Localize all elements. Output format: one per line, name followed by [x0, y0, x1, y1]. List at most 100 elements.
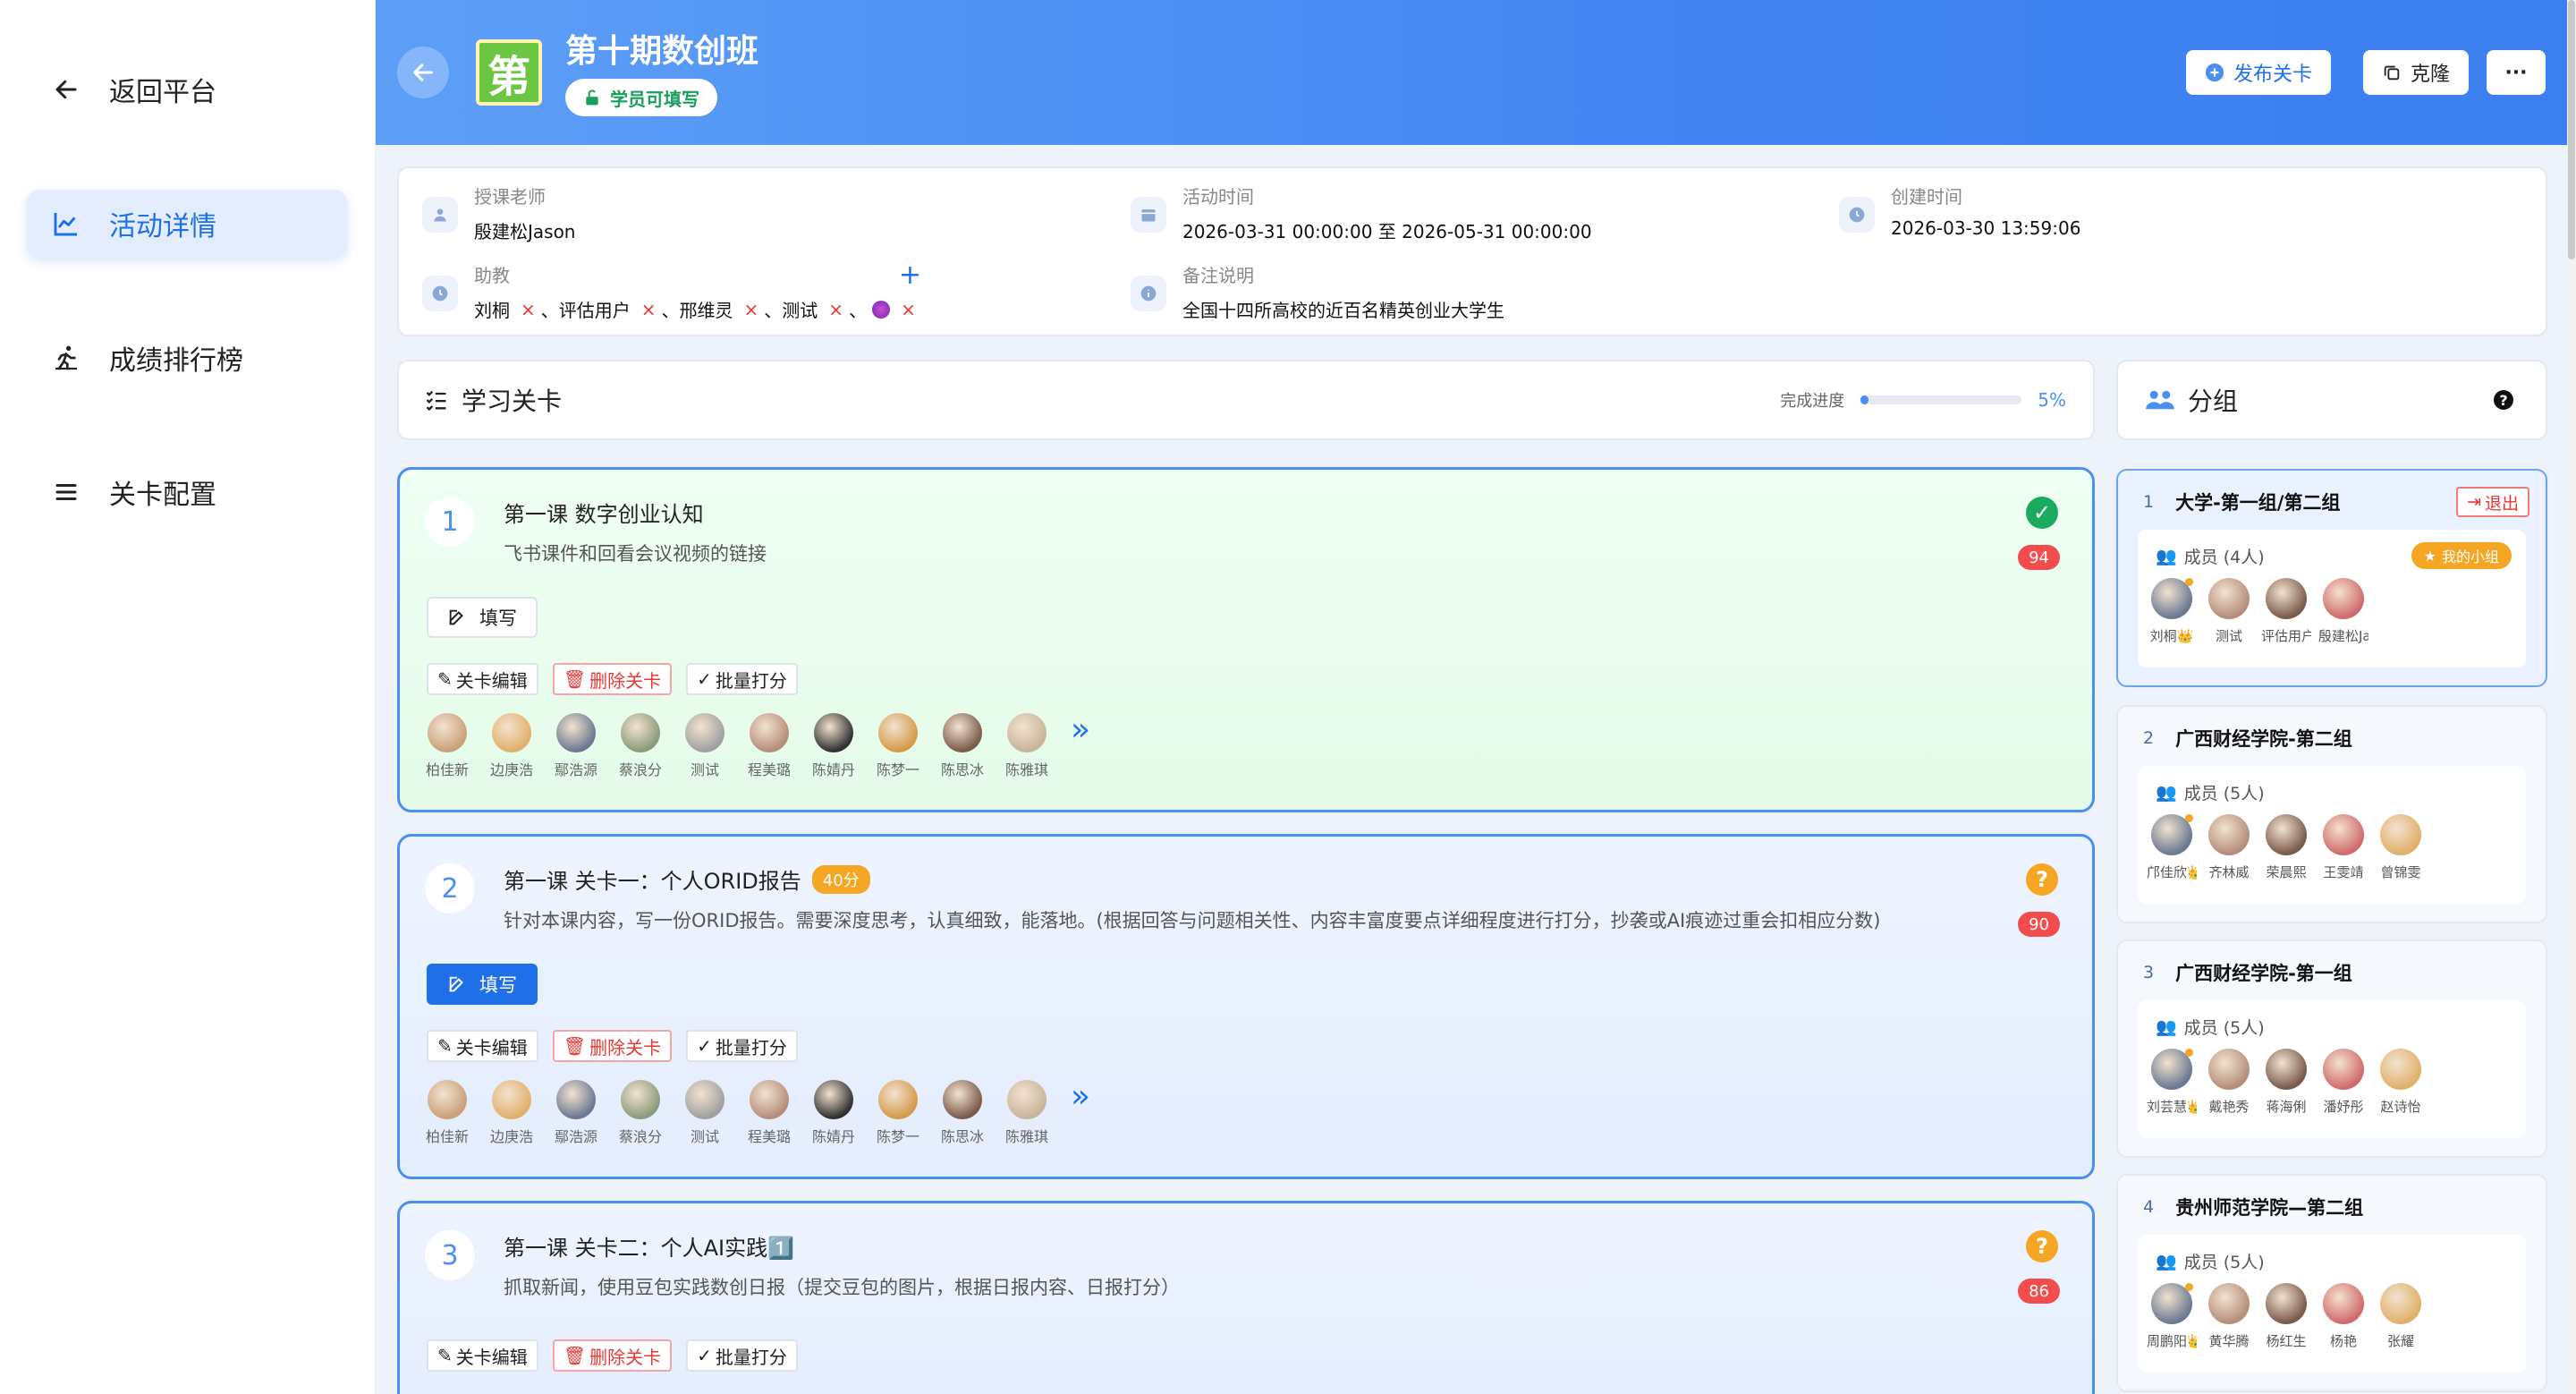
member-avatar[interactable]: 戴艳秀	[2207, 1049, 2250, 1116]
level-desc[interactable]: 飞书课件和回看会议视频的链接	[504, 540, 767, 566]
scrollbar-thumb[interactable]	[2568, 0, 2575, 259]
back-button[interactable]	[397, 47, 449, 98]
activity-info-card: 授课老师 殷建松Jason 活动时间 2026-03-31 00:00:00 至…	[397, 166, 2547, 336]
student-avatar[interactable]: 边庚浩	[490, 1080, 533, 1146]
edit-icon	[449, 976, 463, 992]
group-card-3[interactable]: 3 广西财经学院-第一组 👥 成员 (5人) 刘芸慧👑 戴艳秀 蒋海俐 潘妤彤 赵诗怡	[2116, 939, 2547, 1158]
avatar	[814, 713, 853, 752]
remove-tag-icon[interactable]: ×	[828, 299, 843, 320]
delete-level-button[interactable]: 🗑 删除关卡	[552, 663, 673, 695]
student-avatar[interactable]: 鄢浩源	[555, 1080, 597, 1146]
group-card-1[interactable]: 1 大学-第一组/第二组 ⇥ 退出 👥 成员 (4人) ★ 我的小组 刘桐👑 测试 评估用户…	[2116, 469, 2547, 687]
group-index: 4	[2143, 1197, 2155, 1217]
member-avatar[interactable]: 殷建松Jason	[2318, 578, 2368, 645]
checklist-icon	[426, 390, 446, 412]
level-desc[interactable]: 抓取新闻，使用豆包实践数创日报（提交豆包的图片，根据日报内容、日报打分）	[504, 1273, 1180, 1300]
level-desc[interactable]: 针对本课内容，写一份ORID报告。需要深度思考，认真细致，能落地。(根据回答与问…	[504, 906, 1880, 933]
member-avatar[interactable]: 张耀	[2379, 1283, 2422, 1350]
edit-level-button[interactable]: ✎ 关卡编辑	[427, 1339, 538, 1372]
avatar	[2266, 1049, 2307, 1090]
member-avatar[interactable]: 曾锦雯	[2379, 814, 2422, 881]
member-avatar[interactable]: 黄华腾	[2207, 1283, 2250, 1350]
batch-score-button[interactable]: ✓ 批量打分	[686, 663, 798, 695]
member-avatar[interactable]: 周鹏阳👑	[2147, 1283, 2197, 1350]
members-label: 成员 (5人)	[2183, 1253, 2265, 1272]
sidebar-item-leaderboard[interactable]: 成绩排行榜	[27, 324, 347, 392]
member-avatar[interactable]: 刘芸慧👑	[2147, 1049, 2197, 1116]
student-avatar[interactable]: 柏佳新	[426, 1080, 469, 1146]
student-avatar[interactable]: 蔡浪分	[619, 713, 662, 779]
back-to-platform-link[interactable]: 返回平台	[27, 55, 347, 123]
avatar	[621, 1080, 660, 1119]
student-avatar[interactable]: 陈思冰	[941, 1080, 984, 1146]
student-avatar[interactable]: 陈梦一	[877, 713, 919, 779]
member-avatar[interactable]: 齐林威	[2207, 814, 2250, 881]
student-avatar[interactable]: 柏佳新	[426, 713, 469, 779]
remove-tag-icon[interactable]: ×	[521, 299, 536, 320]
student-avatar[interactable]: 程美璐	[748, 1080, 791, 1146]
member-avatar[interactable]: 杨红生	[2265, 1283, 2308, 1350]
member-name: 殷建松Jason	[2318, 628, 2368, 644]
batch-score-button[interactable]: ✓ 批量打分	[686, 1030, 798, 1062]
score-badge: 40分	[811, 864, 870, 894]
member-avatar[interactable]: 赵诗怡	[2379, 1049, 2422, 1116]
member-avatar[interactable]: 邝佳欣👑	[2147, 814, 2197, 881]
delete-level-button[interactable]: 🗑 删除关卡	[552, 1339, 673, 1372]
student-avatar[interactable]: 陈雅琪	[1005, 1080, 1048, 1146]
sidebar-item-level-config[interactable]: 关卡配置	[27, 458, 347, 526]
exit-group-button[interactable]: ⇥ 退出	[2456, 487, 2529, 517]
add-assistant-button[interactable]: +	[899, 262, 921, 289]
show-more-icon[interactable]: »	[1071, 1078, 1090, 1115]
member-name: 邝佳欣👑	[2147, 864, 2197, 880]
remove-tag-icon[interactable]: ×	[744, 299, 759, 320]
member-avatar[interactable]: 杨艳	[2322, 1283, 2365, 1350]
student-avatar[interactable]: 陈梦一	[877, 1080, 919, 1146]
member-avatar[interactable]: 评估用户	[2261, 578, 2311, 645]
member-avatar[interactable]: 测试	[2207, 578, 2250, 645]
student-avatar[interactable]: 测试	[684, 713, 725, 779]
student-avatar[interactable]: 蔡浪分	[619, 1080, 662, 1146]
fill-button[interactable]: 填写	[427, 964, 538, 1005]
student-name: 陈婧丹	[812, 1128, 856, 1145]
student-avatar[interactable]: 陈婧丹	[812, 713, 855, 779]
activity-header: 第 第十期数创班 学员可填写 发布关卡 克隆 ···	[376, 0, 2567, 145]
student-avatar[interactable]: 陈雅琪	[1005, 713, 1048, 779]
question-circle-icon: ?	[2026, 863, 2058, 896]
member-avatar[interactable]: 刘桐👑	[2150, 578, 2193, 645]
student-avatar[interactable]: 测试	[684, 1080, 725, 1146]
group-avatars: 周鹏阳👑 黄华腾 杨红生 杨艳 张耀	[2147, 1283, 2422, 1350]
help-icon[interactable]: ?	[2494, 390, 2513, 410]
student-avatar[interactable]: 边庚浩	[490, 713, 533, 779]
more-button[interactable]: ···	[2487, 50, 2546, 95]
remove-tag-icon[interactable]: ×	[901, 299, 916, 320]
student-avatar[interactable]: 鄢浩源	[555, 713, 597, 779]
member-avatar[interactable]: 蒋海俐	[2265, 1049, 2308, 1116]
created-time-info: 创建时间 2026-03-30 13:59:06	[1839, 183, 2080, 239]
avatar	[750, 713, 789, 752]
fill-button[interactable]: 填写	[427, 597, 538, 638]
teacher-value: 殷建松Jason	[474, 221, 576, 242]
member-avatar[interactable]: 荣晨熙	[2265, 814, 2308, 881]
group-card-4[interactable]: 4 贵州师范学院—第二组 👥 成员 (5人) 周鹏阳👑 黄华腾 杨红生 杨艳 张耀	[2116, 1174, 2547, 1392]
submitted-students: 柏佳新 边庚浩 鄢浩源 蔡浪分 测试 程美璐 陈婧丹 陈梦一 陈思冰 陈雅琪 »	[426, 711, 1090, 779]
student-avatar[interactable]: 程美璐	[748, 713, 791, 779]
group-card-2[interactable]: 2 广西财经学院-第二组 👥 成员 (5人) 邝佳欣👑 齐林威 荣晨熙 王雯靖 曾锦雯	[2116, 705, 2547, 923]
edit-level-button[interactable]: ✎ 关卡编辑	[427, 1030, 538, 1062]
edit-level-button[interactable]: ✎ 关卡编辑	[427, 663, 538, 695]
delete-level-button[interactable]: 🗑 删除关卡	[552, 1030, 673, 1062]
student-avatar[interactable]: 陈思冰	[941, 713, 984, 779]
avatar	[2266, 578, 2307, 619]
more-dots-icon: ···	[2504, 61, 2528, 84]
remove-tag-icon[interactable]: ×	[641, 299, 657, 320]
student-avatar[interactable]: 陈婧丹	[812, 1080, 856, 1146]
page-scrollbar[interactable]	[2567, 0, 2576, 1394]
member-avatar[interactable]: 潘妤彤	[2322, 1049, 2365, 1116]
sidebar-item-activity-details[interactable]: 活动详情	[27, 190, 347, 258]
copy-icon	[2384, 65, 2400, 81]
member-avatar[interactable]: 王雯靖	[2322, 814, 2365, 881]
batch-score-button[interactable]: ✓ 批量打分	[686, 1339, 798, 1372]
publish-level-button[interactable]: 发布关卡	[2186, 50, 2331, 95]
check-circle-icon: ✓	[2026, 497, 2058, 529]
show-more-icon[interactable]: »	[1071, 711, 1090, 748]
clone-button[interactable]: 克隆	[2363, 50, 2469, 95]
